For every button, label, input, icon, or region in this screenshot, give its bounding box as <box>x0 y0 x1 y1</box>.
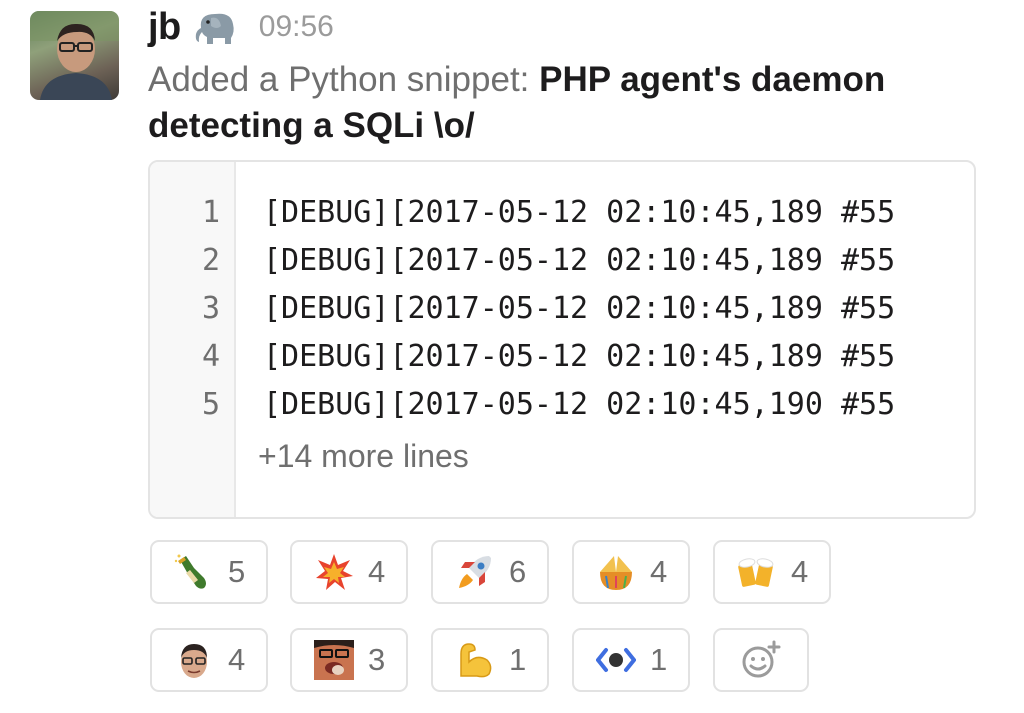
snippet-prefix: Added a Python snippet: <box>148 60 530 99</box>
collision-icon <box>314 552 354 592</box>
code-line: 4 [DEBUG][2017-05-12 02:10:45,189 #55 <box>150 333 974 381</box>
reaction-rocket[interactable]: 6 <box>431 540 549 604</box>
line-number: 4 <box>201 339 220 374</box>
add-reaction-button[interactable] <box>713 628 809 692</box>
line-number: 3 <box>201 291 220 326</box>
custom-code-eye-icon <box>596 640 636 680</box>
reaction-count: 5 <box>228 554 246 589</box>
line-text: [DEBUG][2017-05-12 02:10:45,189 #55 <box>263 243 896 278</box>
line-number: 1 <box>201 195 220 230</box>
elephant-icon <box>193 8 239 46</box>
avatar-image <box>30 11 119 100</box>
custom-face-icon <box>174 640 214 680</box>
username[interactable]: jb <box>148 6 181 49</box>
reaction-count: 4 <box>228 642 246 677</box>
line-text: [DEBUG][2017-05-12 02:10:45,190 #55 <box>263 387 896 422</box>
reaction-count: 1 <box>650 642 668 677</box>
reaction-beers[interactable]: 4 <box>713 540 831 604</box>
reaction-count: 3 <box>368 642 386 677</box>
reaction-count: 4 <box>650 554 668 589</box>
message-timestamp[interactable]: 09:56 <box>259 10 334 44</box>
line-text: [DEBUG][2017-05-12 02:10:45,189 #55 <box>263 291 896 326</box>
reaction-count: 1 <box>509 642 527 677</box>
confetti-ball-icon <box>596 552 636 592</box>
beers-icon <box>737 552 777 592</box>
reaction-custom-code-eye[interactable]: 1 <box>572 628 690 692</box>
user-avatar[interactable] <box>30 11 119 100</box>
reaction-confetti[interactable]: 4 <box>572 540 690 604</box>
code-line: 5 [DEBUG][2017-05-12 02:10:45,190 #55 <box>150 381 974 429</box>
line-number: 2 <box>201 243 220 278</box>
reaction-count: 4 <box>791 554 809 589</box>
champagne-icon <box>174 552 214 592</box>
reaction-count: 6 <box>509 554 527 589</box>
reaction-collision[interactable]: 4 <box>290 540 408 604</box>
reaction-flexed-biceps[interactable]: 1 <box>431 628 549 692</box>
reaction-count: 4 <box>368 554 386 589</box>
reaction-custom-face[interactable]: 4 <box>150 628 268 692</box>
flexed-biceps-icon <box>455 640 495 680</box>
code-line: 2 [DEBUG][2017-05-12 02:10:45,189 #55 <box>150 237 974 285</box>
rocket-icon <box>455 552 495 592</box>
code-line: 3 [DEBUG][2017-05-12 02:10:45,189 #55 <box>150 285 974 333</box>
add-reaction-icon <box>742 640 781 678</box>
code-line: 1 [DEBUG][2017-05-12 02:10:45,189 #55 <box>150 189 974 237</box>
more-lines-link[interactable]: +14 more lines <box>258 438 469 475</box>
code-snippet[interactable]: 1 [DEBUG][2017-05-12 02:10:45,189 #55 2 … <box>148 160 976 519</box>
message-header: jb 09:56 <box>148 2 334 52</box>
custom-eating-face-icon <box>314 640 354 680</box>
line-number: 5 <box>201 387 220 422</box>
message-text: Added a Python snippet: PHP agent's daem… <box>148 57 988 149</box>
reaction-champagne[interactable]: 5 <box>150 540 268 604</box>
reaction-custom-eating-face[interactable]: 3 <box>290 628 408 692</box>
line-text: [DEBUG][2017-05-12 02:10:45,189 #55 <box>263 195 896 230</box>
line-text: [DEBUG][2017-05-12 02:10:45,189 #55 <box>263 339 896 374</box>
